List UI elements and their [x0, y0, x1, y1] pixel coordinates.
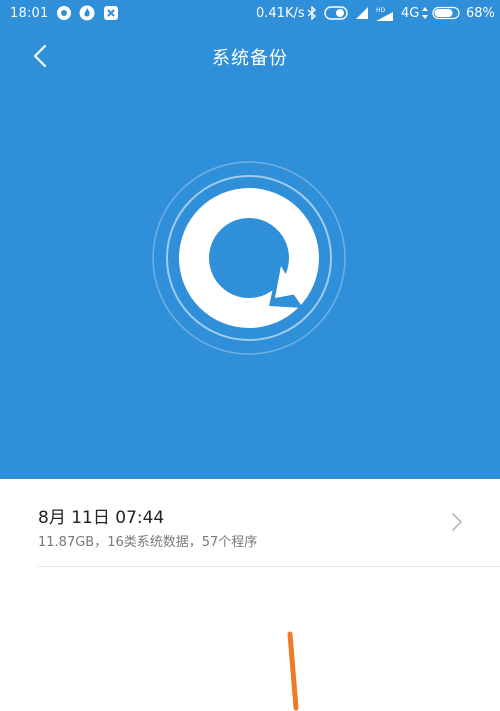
chat-bubble-icon: [57, 6, 71, 20]
title-bar: 系统备份: [0, 28, 500, 86]
card-divider: [38, 566, 500, 567]
hero-banner: 18:01 0.41K/s HD 4G 68% 系统备份: [0, 0, 500, 479]
loading-indicator-line: [287, 631, 299, 711]
status-net-speed: 0.41K/s: [256, 6, 305, 21]
backup-date: 8月 11日 07:44: [38, 508, 165, 528]
backup-summary: 11.87GB，16类系统数据，57个程序: [38, 535, 258, 550]
chevron-right-icon: [452, 513, 462, 531]
flame-app-icon: [79, 5, 95, 21]
battery-icon: [432, 6, 460, 20]
signal-hd-icon: HD: [376, 7, 393, 21]
page-title: 系统备份: [212, 48, 288, 69]
status-time: 18:01: [10, 6, 49, 21]
puzzle-app-icon: [104, 6, 118, 20]
backup-record-card[interactable]: 8月 11日 07:44 11.87GB，16类系统数据，57个程序: [0, 479, 500, 567]
data-arrows-icon: [422, 7, 428, 19]
toggle-icon: [324, 6, 348, 20]
status-battery: 68%: [466, 6, 495, 21]
status-network: 4G: [401, 6, 420, 21]
refresh-icon: [179, 188, 319, 328]
backup-emblem[interactable]: [149, 158, 349, 358]
signal-icon: [356, 7, 368, 19]
status-bar: 18:01 0.41K/s HD 4G 68%: [0, 0, 500, 28]
signal-hd-badge: HD: [376, 7, 386, 14]
bluetooth-icon: [307, 6, 317, 20]
